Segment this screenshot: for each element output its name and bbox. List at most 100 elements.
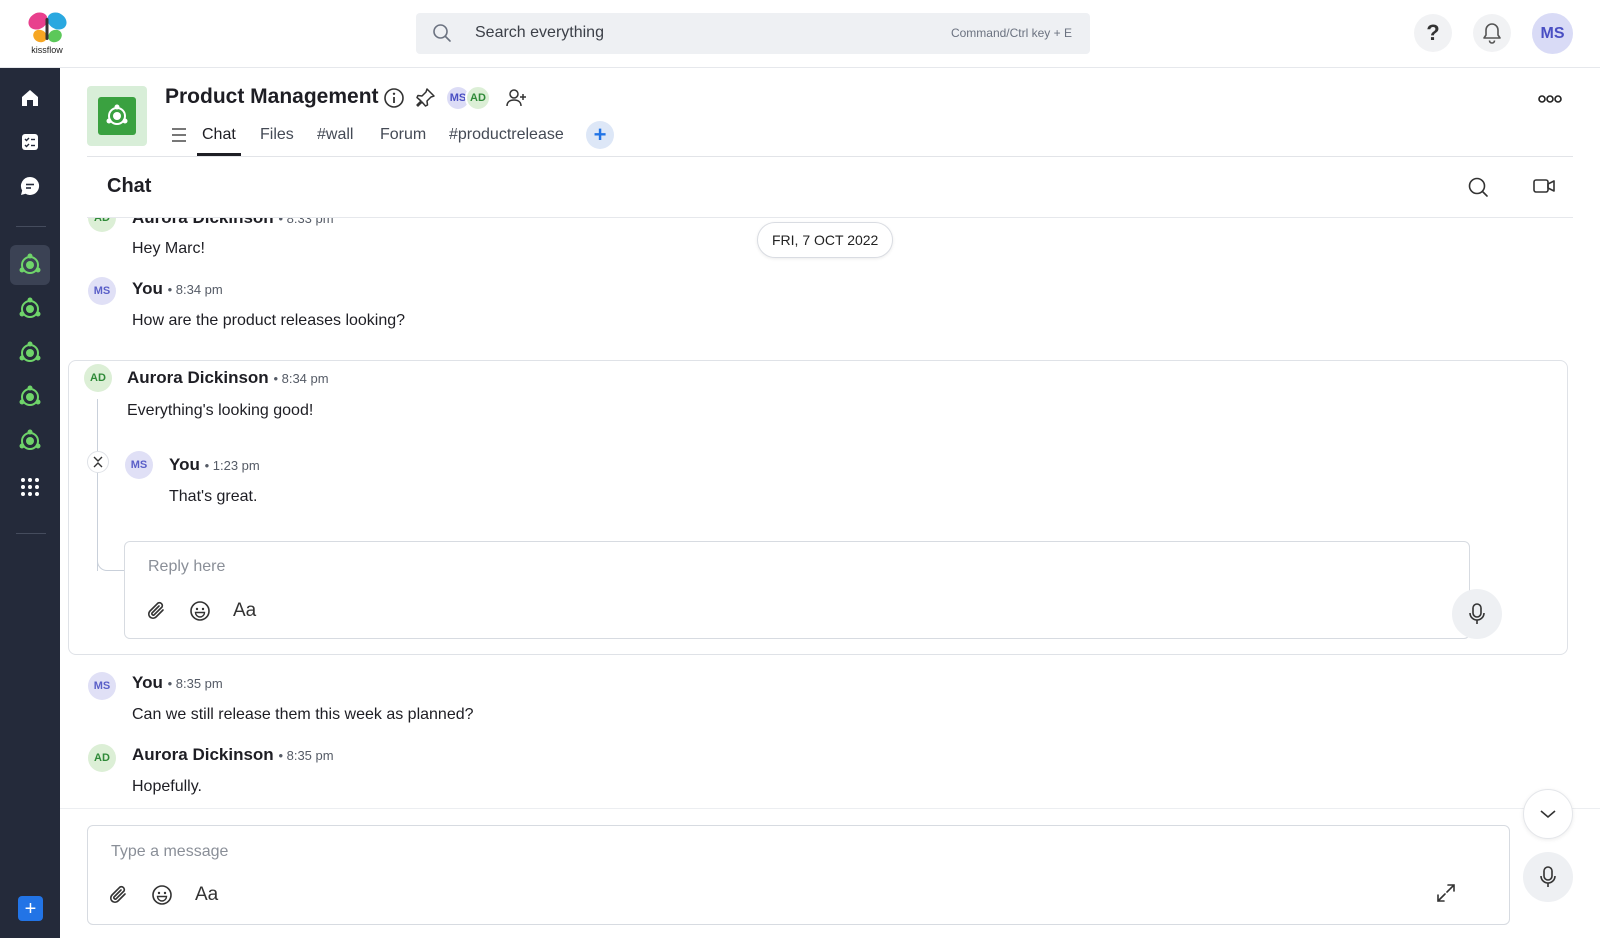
attach-icon[interactable] [146,600,168,622]
message-author: Aurora Dickinson • 8:34 pm [127,368,329,388]
message-time: • 1:23 pm [204,458,260,473]
avatar: AD [84,364,112,392]
active-tab-indicator [197,153,241,156]
add-tab-button[interactable]: + [586,121,614,149]
top-bar: kissflow Search everything Command/Ctrl … [0,0,1600,68]
pin-icon[interactable] [414,87,436,109]
channel-icon [17,428,43,454]
channel-icon [17,384,43,410]
reply-input[interactable]: Reply here [148,558,225,576]
tab-files[interactable]: Files [260,126,294,144]
avatar: MS [88,277,116,305]
chat-search-icon[interactable] [1467,176,1489,198]
sidebar-item-apps[interactable] [10,467,50,507]
bell-icon [1482,22,1502,44]
sidebar-item-tasks[interactable] [10,122,50,162]
collapse-thread-button[interactable] [87,451,109,473]
sidebar-item-channel-3[interactable] [10,333,50,373]
tab-productrelease[interactable]: #productrelease [449,126,564,144]
sidebar-add-button[interactable]: + [18,896,43,921]
date-divider: FRI, 7 OCT 2022 [757,222,894,258]
avatar: AD [88,218,116,232]
reply-input-box[interactable]: Reply here Aa [124,541,1470,639]
composer-area: Type a message Aa [60,789,1600,938]
message-author: You • 8:35 pm [132,673,223,693]
global-search-bar[interactable]: Search everything Command/Ctrl key + E [416,13,1090,54]
message-composer[interactable]: Type a message Aa [87,825,1510,925]
member-avatar-ad[interactable]: AD [465,85,491,111]
author-name: Aurora Dickinson [132,745,274,764]
more-options-icon[interactable] [1538,94,1562,104]
sidebar-item-channel-5[interactable] [10,421,50,461]
help-button[interactable]: ? [1414,14,1452,52]
expand-icon[interactable] [1435,882,1457,904]
chevron-down-icon [1540,810,1556,819]
message-author: Aurora Dickinson • 8:35 pm [132,745,334,765]
apps-grid-icon [20,477,40,497]
butterfly-logo-icon [28,12,67,43]
message-text: That's great. [169,488,258,505]
message-author: You • 1:23 pm [169,455,260,475]
tab-forum[interactable]: Forum [380,126,426,144]
author-name: You [132,279,163,298]
sidebar-item-chat[interactable] [10,166,50,206]
chat-bubble-icon [19,175,41,197]
text-format-button[interactable]: Aa [233,600,256,622]
message-time: • 8:34 pm [167,282,223,297]
message-author: You • 8:34 pm [132,279,223,299]
microphone-icon [1469,603,1485,624]
message-author: Aurora Dickinson • 8:33 pm [132,218,334,228]
search-icon [432,23,452,43]
sidebar-item-home[interactable] [10,78,50,118]
author-name: You [132,673,163,692]
collapse-icon [93,456,103,468]
sidebar-item-channel-active[interactable] [10,245,50,285]
sidebar-divider [16,533,46,534]
message-time: • 8:33 pm [278,218,334,226]
notifications-button[interactable] [1473,14,1511,52]
home-icon [20,88,40,108]
video-call-icon[interactable] [1532,176,1556,196]
tasks-icon [20,132,40,152]
tab-chat[interactable]: Chat [202,126,236,144]
channel-title: Product Management [165,85,379,108]
voice-message-button[interactable] [1523,852,1573,902]
left-sidebar: + [0,68,60,938]
message-list: AD Aurora Dickinson • 8:33 pm Hey Marc! … [60,218,1600,808]
emoji-icon[interactable] [189,600,211,622]
chat-title: Chat [107,175,152,197]
message-thread: AD Aurora Dickinson • 8:34 pm Everything… [68,360,1568,655]
channel-icon [17,252,43,278]
hamburger-menu-icon[interactable] [170,127,188,143]
message-text: Hey Marc! [132,240,205,257]
add-member-icon[interactable] [505,87,527,109]
channel-icon [17,340,43,366]
sidebar-item-channel-2[interactable] [10,289,50,329]
search-input[interactable]: Search everything [475,24,604,42]
scroll-to-bottom-button[interactable] [1523,789,1573,839]
tab-wall[interactable]: #wall [317,126,353,144]
sidebar-divider [16,226,46,227]
user-avatar[interactable]: MS [1532,13,1573,54]
channel-tabs: Chat Files #wall Forum #productrelease + [87,120,1573,157]
sidebar-item-channel-4[interactable] [10,377,50,417]
chat-header: Chat [87,160,1573,218]
channel-icon [17,296,43,322]
text-format-button[interactable]: Aa [195,884,218,906]
author-name: Aurora Dickinson [127,368,269,387]
reply-voice-button[interactable] [1452,589,1502,639]
attach-icon[interactable] [108,884,130,906]
kissflow-logo[interactable]: kissflow [24,10,70,58]
message-input[interactable]: Type a message [111,843,228,861]
message-time: • 8:35 pm [167,676,223,691]
emoji-icon[interactable] [151,884,173,906]
thread-connector-curve [97,541,125,571]
avatar: MS [125,451,153,479]
author-name: Aurora Dickinson [132,218,274,227]
avatar: MS [88,672,116,700]
search-shortcut-hint: Command/Ctrl key + E [950,26,1072,40]
avatar: AD [88,744,116,772]
message-text: Can we still release them this week as p… [132,706,474,723]
message-text: Everything's looking good! [127,402,314,419]
info-icon[interactable] [383,87,405,109]
